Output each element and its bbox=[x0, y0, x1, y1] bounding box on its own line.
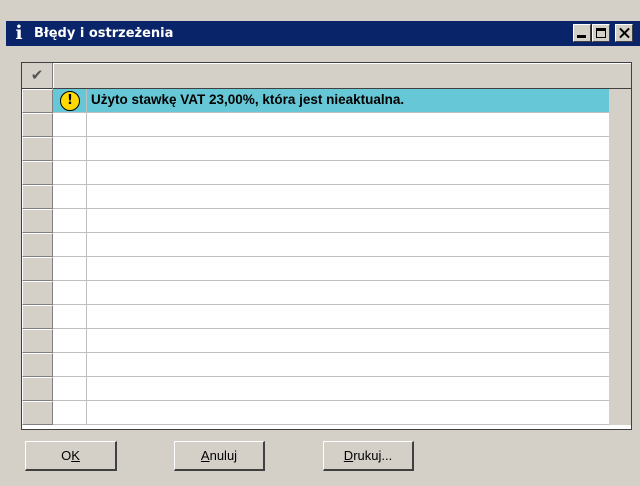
table-row[interactable] bbox=[22, 209, 631, 233]
table-row[interactable] bbox=[22, 233, 631, 257]
message-text[interactable] bbox=[87, 233, 609, 257]
message-text[interactable] bbox=[87, 209, 609, 233]
warning-icon: ! bbox=[60, 91, 80, 111]
table-row[interactable] bbox=[22, 185, 631, 209]
minimize-button[interactable] bbox=[573, 24, 591, 42]
row-blank bbox=[609, 185, 631, 209]
row-icon-cell bbox=[53, 401, 87, 425]
maximize-button[interactable] bbox=[592, 24, 610, 42]
cancel-button[interactable]: Anuluj bbox=[174, 441, 265, 471]
row-icon-cell: ! bbox=[53, 89, 87, 113]
row-icon-cell bbox=[53, 161, 87, 185]
row-selector[interactable] bbox=[22, 281, 53, 305]
column-header[interactable] bbox=[53, 63, 631, 88]
row-blank bbox=[609, 377, 631, 401]
message-text[interactable] bbox=[87, 137, 609, 161]
row-selector[interactable] bbox=[22, 329, 53, 353]
row-selector[interactable] bbox=[22, 233, 53, 257]
grid-rows: ! Użyto stawkę VAT 23,00%, która jest ni… bbox=[22, 89, 631, 425]
print-button[interactable]: Drukuj... bbox=[323, 441, 414, 471]
table-row[interactable] bbox=[22, 353, 631, 377]
row-blank bbox=[609, 209, 631, 233]
row-icon-cell bbox=[53, 353, 87, 377]
row-selector[interactable] bbox=[22, 137, 53, 161]
table-row[interactable] bbox=[22, 113, 631, 137]
table-row[interactable] bbox=[22, 401, 631, 425]
message-text[interactable] bbox=[87, 257, 609, 281]
row-blank bbox=[609, 281, 631, 305]
row-icon-cell bbox=[53, 257, 87, 281]
message-text[interactable] bbox=[87, 305, 609, 329]
table-row[interactable] bbox=[22, 329, 631, 353]
row-blank bbox=[609, 257, 631, 281]
message-text[interactable]: Użyto stawkę VAT 23,00%, która jest niea… bbox=[87, 89, 609, 113]
print-label-suffix: rukuj... bbox=[353, 448, 393, 463]
close-button[interactable] bbox=[615, 24, 633, 42]
print-label-accel: D bbox=[343, 448, 354, 463]
row-blank bbox=[609, 137, 631, 161]
row-icon-cell bbox=[53, 377, 87, 401]
row-selector[interactable] bbox=[22, 353, 53, 377]
message-text[interactable] bbox=[87, 161, 609, 185]
message-text[interactable] bbox=[87, 281, 609, 305]
row-blank bbox=[609, 113, 631, 137]
row-icon-cell bbox=[53, 281, 87, 305]
table-row[interactable] bbox=[22, 305, 631, 329]
row-blank bbox=[609, 161, 631, 185]
row-blank bbox=[609, 89, 631, 113]
row-selector[interactable] bbox=[22, 377, 53, 401]
row-selector[interactable] bbox=[22, 113, 53, 137]
table-row[interactable]: ! Użyto stawkę VAT 23,00%, która jest ni… bbox=[22, 89, 631, 113]
row-selector[interactable] bbox=[22, 209, 53, 233]
message-text[interactable] bbox=[87, 329, 609, 353]
row-icon-cell bbox=[53, 305, 87, 329]
message-text[interactable] bbox=[87, 401, 609, 425]
errors-dialog: i Błędy i ostrzeżenia ✔ ! Użyto stawkę V… bbox=[0, 0, 640, 486]
row-selector[interactable] bbox=[22, 161, 53, 185]
check-icon[interactable]: ✔ bbox=[22, 63, 53, 89]
info-icon: i bbox=[15, 22, 23, 44]
ok-label-accel: K bbox=[71, 448, 80, 463]
row-blank bbox=[609, 305, 631, 329]
row-icon-cell bbox=[53, 137, 87, 161]
message-text[interactable] bbox=[87, 377, 609, 401]
table-row[interactable] bbox=[22, 137, 631, 161]
row-selector[interactable] bbox=[22, 185, 53, 209]
table-row[interactable] bbox=[22, 161, 631, 185]
message-text[interactable] bbox=[87, 185, 609, 209]
message-text[interactable] bbox=[87, 353, 609, 377]
message-text[interactable] bbox=[87, 113, 609, 137]
window-title: Błędy i ostrzeżenia bbox=[34, 26, 174, 41]
row-icon-cell bbox=[53, 233, 87, 257]
table-row[interactable] bbox=[22, 281, 631, 305]
row-icon-cell bbox=[53, 113, 87, 137]
cancel-label-accel: A bbox=[200, 448, 210, 463]
row-blank bbox=[609, 353, 631, 377]
ok-label-prefix: O bbox=[61, 448, 72, 463]
title-bar[interactable]: i Błędy i ostrzeżenia bbox=[6, 21, 640, 46]
table-row[interactable] bbox=[22, 257, 631, 281]
row-icon-cell bbox=[53, 209, 87, 233]
row-blank bbox=[609, 401, 631, 425]
row-selector[interactable] bbox=[22, 257, 53, 281]
row-blank bbox=[609, 329, 631, 353]
messages-grid[interactable]: ✔ ! Użyto stawkę VAT 23,00%, która jest … bbox=[21, 62, 632, 430]
table-row[interactable] bbox=[22, 377, 631, 401]
ok-button[interactable]: OK bbox=[25, 441, 117, 471]
grid-header: ✔ bbox=[22, 63, 631, 89]
row-selector[interactable] bbox=[22, 89, 53, 113]
row-blank bbox=[609, 233, 631, 257]
cancel-label-suffix: nuluj bbox=[209, 448, 238, 463]
row-selector[interactable] bbox=[22, 305, 53, 329]
row-icon-cell bbox=[53, 329, 87, 353]
row-icon-cell bbox=[53, 185, 87, 209]
row-selector[interactable] bbox=[22, 401, 53, 425]
